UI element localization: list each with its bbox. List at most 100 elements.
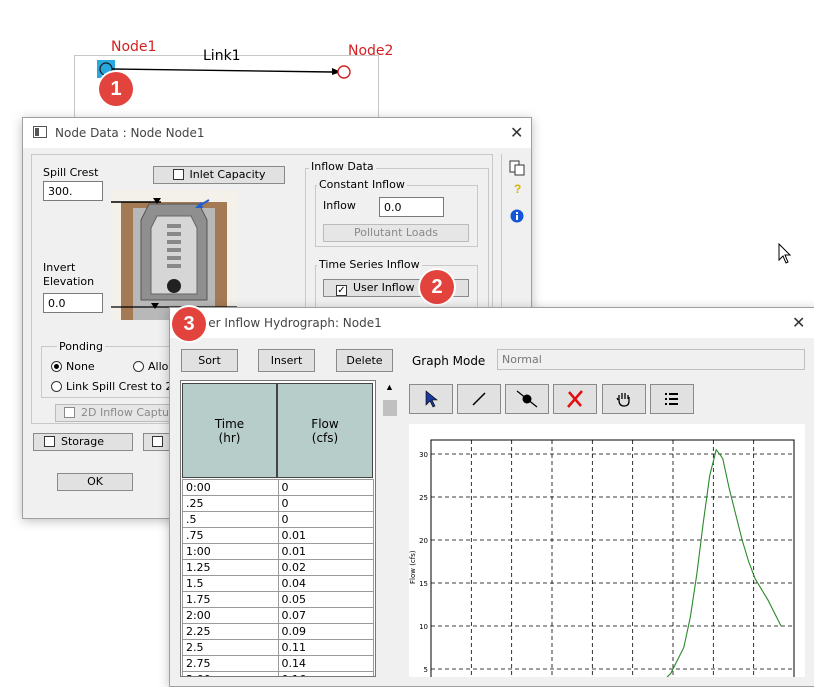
time-cell[interactable]: 1.5 (182, 575, 279, 592)
invert-label-line1: Invert (43, 261, 76, 274)
time-cell[interactable]: 3:00 (182, 671, 279, 676)
flow-cell[interactable]: 0.01 (277, 543, 374, 560)
graph-mode-select[interactable]: Normal (497, 349, 805, 370)
time-cell[interactable]: .25 (182, 495, 279, 512)
time-cell[interactable]: 2.75 (182, 655, 279, 672)
table-scrollbar[interactable]: ▲ (381, 380, 399, 677)
radio-empty-icon (51, 381, 62, 392)
help-icon[interactable]: ? (514, 182, 521, 196)
invert-label-line2: Elevation (43, 275, 95, 288)
time-cell[interactable]: 0:00 (182, 479, 279, 496)
table-row[interactable]: .5 0 (182, 511, 374, 528)
time-cell[interactable]: 2.5 (182, 639, 279, 656)
y-tick-label: 20 (419, 537, 428, 545)
delete-point-icon (567, 390, 583, 408)
flow-header-line1: Flow (311, 417, 339, 431)
link-spill-crest-radio[interactable]: Link Spill Crest to 2D (51, 380, 181, 393)
hydrograph-chart[interactable]: 5 10 15 20 25 30 Flow (cfs) (409, 424, 805, 677)
info-icon[interactable] (510, 209, 524, 223)
y-tick-label: 5 (424, 666, 428, 674)
inflow-capture-checkbox[interactable]: 2D Inflow Capture (55, 404, 179, 422)
flow-cell[interactable]: 0.07 (277, 607, 374, 624)
table-row[interactable]: .25 0 (182, 495, 374, 512)
time-cell[interactable]: 1.25 (182, 559, 279, 576)
table-row[interactable]: 1.5 0.04 (182, 575, 374, 592)
graph-mode-label: Graph Mode (412, 354, 486, 368)
table-row[interactable]: 2.75 0.14 (182, 655, 374, 672)
flow-cell[interactable]: 0 (277, 495, 374, 512)
time-cell[interactable]: 1.75 (182, 591, 279, 608)
flow-cell[interactable]: 0.16 (277, 671, 374, 676)
flow-cell[interactable]: 0.09 (277, 623, 374, 640)
storage-check-icon (44, 436, 55, 447)
pan-tool-button[interactable] (602, 384, 646, 414)
invert-elevation-input[interactable]: 0.0 (43, 293, 103, 313)
table-row[interactable]: 3:000.16 (182, 671, 374, 676)
time-cell[interactable]: 1:00 (182, 543, 279, 560)
flow-cell[interactable]: 0 (277, 511, 374, 528)
time-series-inflow-label: Time Series Inflow (317, 258, 422, 271)
table-row[interactable]: 1.75 0.05 (182, 591, 374, 608)
node-data-titlebar: Node Data : Node Node1 ✕ (23, 118, 531, 148)
pollutant-loads-button[interactable]: Pollutant Loads (323, 224, 469, 242)
inlet-capacity-checkbox[interactable]: Inlet Capacity (153, 166, 285, 184)
flow-cell[interactable]: 0.05 (277, 591, 374, 608)
hydrograph-table: Time (hr) Flow (cfs) 0:00 0.25 0.5 0.75 0.01… (180, 380, 376, 677)
ok-button[interactable]: OK (57, 473, 133, 491)
ponding-allow-radio[interactable]: Allo (133, 360, 168, 373)
close-icon[interactable]: ✕ (510, 123, 523, 142)
inflow-capture-label: 2D Inflow Capture (81, 406, 179, 419)
line-tool-button[interactable] (457, 384, 501, 414)
flow-cell[interactable]: 0.01 (277, 527, 374, 544)
window-app-icon (33, 126, 47, 138)
pointer-tool-button[interactable] (409, 384, 453, 414)
table-row[interactable]: 1:00 0.01 (182, 543, 374, 560)
table-row[interactable]: 2.25 0.09 (182, 623, 374, 640)
col-header-flow: Flow (cfs) (277, 383, 373, 478)
time-cell[interactable]: .5 (182, 511, 279, 528)
point-tool-button[interactable] (505, 384, 549, 414)
scroll-up-icon[interactable]: ▲ (385, 382, 394, 392)
flow-cell[interactable]: 0.04 (277, 575, 374, 592)
hydrograph-titlebar: ser Inflow Hydrograph: Node1 ✕ (170, 308, 814, 338)
list-tool-button[interactable] (650, 384, 694, 414)
step-badge-3: 3 (172, 307, 206, 341)
node-data-title: Node Data : Node Node1 (55, 126, 205, 140)
step-badge-2: 2 (420, 270, 454, 304)
link1-line[interactable] (95, 58, 360, 82)
table-row[interactable]: 2:00 0.07 (182, 607, 374, 624)
flow-cell[interactable]: 0 (277, 479, 374, 496)
close-icon[interactable]: ✕ (792, 313, 805, 332)
time-cell[interactable]: 2:00 (182, 607, 279, 624)
radio-selected-icon (51, 361, 62, 372)
inlet-capacity-check-icon (172, 169, 184, 180)
table-row[interactable]: .75 0.01 (182, 527, 374, 544)
ponding-allow-label: Allo (148, 360, 169, 373)
inflow-capture-check-icon (64, 407, 75, 418)
link-spill-crest-label: Link Spill Crest to 2D (66, 380, 181, 393)
delete-point-tool-button[interactable] (553, 384, 597, 414)
table-row[interactable]: 2.5 0.11 (182, 639, 374, 656)
scroll-thumb[interactable] (383, 400, 397, 416)
storage-checkbox[interactable]: Storage (33, 433, 133, 451)
copy-icon[interactable] (509, 160, 525, 176)
time-cell[interactable]: .75 (182, 527, 279, 544)
inflow-input[interactable]: 0.0 (379, 197, 444, 217)
flow-cell[interactable]: 0.14 (277, 655, 374, 672)
table-row[interactable]: 0:00 0 (182, 479, 374, 496)
ponding-label: Ponding (57, 340, 105, 353)
mouse-cursor-icon (778, 243, 792, 264)
spill-crest-input[interactable]: 300. (43, 181, 103, 201)
flow-cell[interactable]: 0.11 (277, 639, 374, 656)
table-row[interactable]: 1.25 0.02 (182, 559, 374, 576)
delete-button[interactable]: Delete (336, 349, 393, 372)
plot-frame (430, 439, 795, 677)
sort-button[interactable]: Sort (181, 349, 238, 372)
ponding-none-radio[interactable]: None (51, 360, 95, 373)
insert-button[interactable]: Insert (258, 349, 315, 372)
y-tick-label: 25 (419, 494, 428, 502)
flow-cell[interactable]: 0.02 (277, 559, 374, 576)
time-cell[interactable]: 2.25 (182, 623, 279, 640)
user-inflow-check-icon: ✓ (336, 285, 347, 296)
y-tick-label: 30 (419, 451, 428, 459)
